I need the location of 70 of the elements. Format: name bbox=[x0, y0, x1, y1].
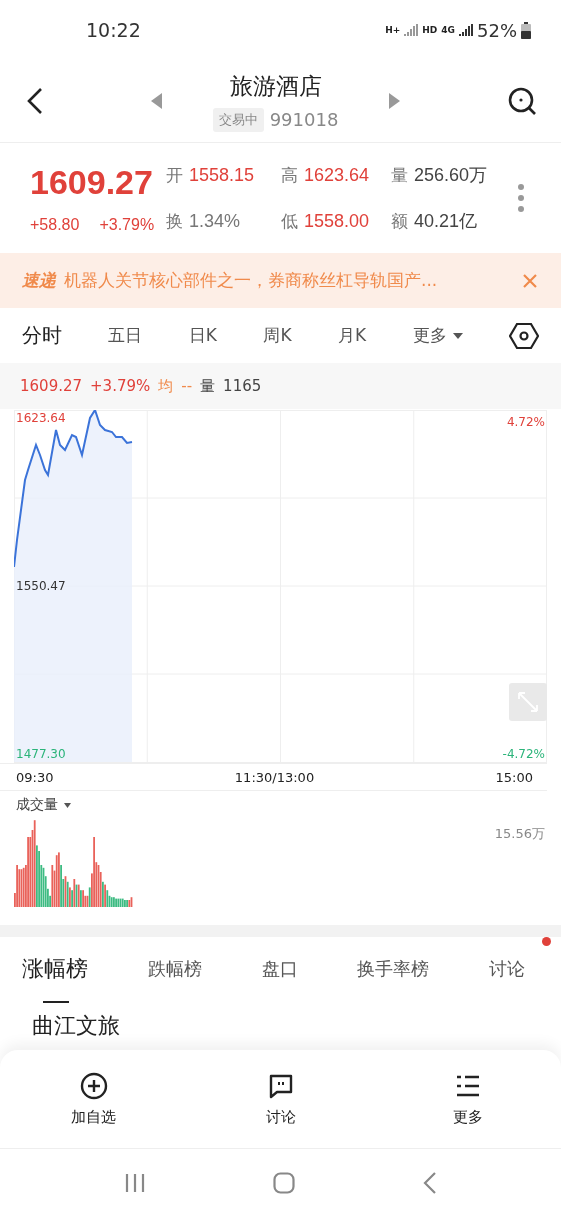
price-change: +58.80 bbox=[30, 216, 80, 234]
add-circle-icon bbox=[79, 1071, 108, 1100]
more-vertical-icon[interactable] bbox=[517, 183, 525, 213]
stat-label: 开 bbox=[166, 164, 183, 187]
ranking-tab[interactable]: 涨幅榜 bbox=[22, 954, 88, 984]
network-label: H+ bbox=[385, 25, 401, 35]
search-icon[interactable] bbox=[507, 86, 537, 116]
action-button[interactable]: 讨论 bbox=[220, 1070, 341, 1128]
ranking-tab[interactable]: 换手率榜 bbox=[357, 957, 430, 981]
y-axis-label: 1550.47 bbox=[16, 579, 66, 593]
next-icon[interactable] bbox=[388, 93, 401, 109]
chart-tab[interactable]: 周K bbox=[263, 324, 292, 347]
volume-label: 量 bbox=[200, 376, 216, 396]
chart-tab[interactable]: 日K bbox=[188, 324, 217, 347]
close-icon[interactable] bbox=[523, 273, 537, 288]
previous-icon[interactable] bbox=[150, 93, 163, 109]
ranking-tab[interactable]: 讨论 bbox=[489, 957, 525, 981]
info-change: +3.79% bbox=[90, 377, 151, 395]
signal-icon bbox=[404, 23, 419, 37]
recent-apps-icon[interactable] bbox=[123, 1172, 146, 1193]
stat-label: 额 bbox=[391, 210, 408, 233]
chart-tab[interactable]: 分时 bbox=[22, 322, 62, 349]
signal-icon bbox=[459, 23, 473, 37]
network-label: 4G bbox=[441, 25, 455, 35]
stat-value: 40.21亿 bbox=[414, 210, 478, 233]
percent-axis-label: 4.72% bbox=[506, 415, 545, 429]
index-code: 991018 bbox=[269, 109, 339, 130]
y-axis-label: 1623.64 bbox=[16, 411, 66, 425]
chart-tab[interactable]: 五日 bbox=[108, 324, 143, 347]
battery-icon bbox=[521, 21, 531, 39]
current-price: 1609.27 bbox=[30, 162, 154, 202]
stat-value: 1.34% bbox=[189, 210, 241, 232]
stat-value: 1558.15 bbox=[189, 164, 255, 186]
ranking-tab[interactable]: 盘口 bbox=[261, 957, 298, 981]
stat-value: 1558.00 bbox=[304, 210, 370, 232]
chart-tab[interactable]: 更多 bbox=[412, 324, 463, 347]
settings-icon[interactable] bbox=[509, 321, 539, 350]
stat-label: 高 bbox=[281, 164, 298, 187]
stat-value: 256.60万 bbox=[414, 164, 488, 187]
dropdown-caret-icon[interactable] bbox=[64, 802, 71, 808]
stat-label: 量 bbox=[391, 164, 408, 187]
news-tag: 速递 bbox=[22, 269, 56, 292]
average-value: -- bbox=[181, 377, 193, 395]
info-price: 1609.27 bbox=[20, 377, 83, 395]
trading-status-badge: 交易中 bbox=[212, 107, 264, 132]
back-icon[interactable] bbox=[26, 87, 44, 115]
stat-value: 1623.64 bbox=[304, 164, 370, 186]
status-time: 10:22 bbox=[86, 19, 141, 41]
action-button[interactable]: 加自选 bbox=[33, 1070, 154, 1128]
change-percent: +3.79% bbox=[99, 216, 155, 234]
action-button[interactable]: 更多 bbox=[407, 1070, 528, 1128]
home-icon[interactable] bbox=[273, 1171, 296, 1194]
x-axis-label: 11:30/13:00 bbox=[234, 769, 315, 785]
volume-value: 1165 bbox=[223, 377, 262, 395]
x-axis-label: 09:30 bbox=[16, 769, 54, 785]
chart-tab[interactable]: 月K bbox=[338, 324, 367, 347]
network-label: HD bbox=[422, 25, 438, 35]
average-label: 均 bbox=[158, 376, 174, 396]
volume-chart-title[interactable]: 成交量 bbox=[16, 796, 58, 814]
battery-percent: 52% bbox=[477, 19, 517, 41]
dropdown-caret-icon bbox=[452, 332, 463, 339]
x-axis-label: 15:00 bbox=[495, 769, 533, 785]
stock-name[interactable]: 曲江文旅 bbox=[32, 1013, 120, 1039]
percent-axis-label: -4.72% bbox=[502, 747, 545, 761]
y-axis-label: 1477.30 bbox=[16, 747, 66, 761]
volume-max-label: 15.56万 bbox=[494, 825, 545, 843]
stat-label: 换 bbox=[166, 210, 183, 233]
ranking-tab[interactable]: 跌幅榜 bbox=[147, 957, 202, 981]
stat-label: 低 bbox=[281, 210, 298, 233]
page-title: 旅游酒店 bbox=[229, 71, 322, 101]
